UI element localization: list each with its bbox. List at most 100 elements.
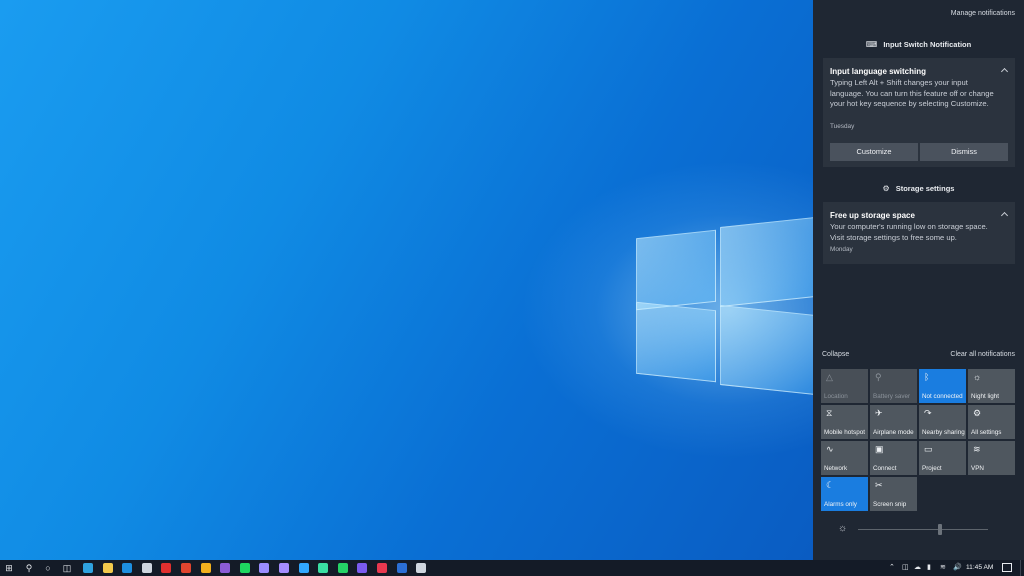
word-app-icon[interactable]	[396, 563, 407, 573]
wifi-icon[interactable]: ≋	[940, 563, 946, 573]
toast-title: Input language switching	[830, 67, 926, 76]
notification-toast[interactable]: Input language switching Typing Left Alt…	[823, 58, 1015, 167]
brightness-track[interactable]	[858, 529, 988, 530]
notification-toast[interactable]: Free up storage space Your computer's ru…	[823, 202, 1015, 264]
quick-action-location[interactable]: △ Location	[821, 369, 868, 403]
battery-icon[interactable]: ▮	[927, 563, 931, 573]
windows-logo-wallpaper	[636, 210, 813, 396]
show-desktop-button[interactable]	[1020, 560, 1021, 576]
quick-action-label: VPN	[971, 465, 984, 472]
notification-group-header[interactable]: ⌨ Input Switch Notification	[813, 40, 1024, 49]
group-title: Storage settings	[895, 184, 955, 193]
clear-all-notifications-link[interactable]: Clear all notifications	[950, 351, 1015, 358]
chrome-app-icon[interactable]	[181, 563, 191, 573]
settings-icon: ⚙	[973, 408, 982, 418]
quick-action-nearby-sharing[interactable]: ↷ Nearby sharing	[919, 405, 966, 439]
quick-action-label: Connect	[873, 465, 897, 472]
action-center-panel: Manage notifications ⌨ Input Switch Notif…	[813, 0, 1024, 560]
quick-action-label: Battery saver	[873, 393, 911, 400]
gear-icon: ⚙	[882, 184, 890, 193]
quick-action-mobile-hotspot[interactable]: ⧖ Mobile hotspot	[821, 405, 868, 439]
search-icon[interactable]: ⚲	[24, 563, 34, 573]
location-icon: △	[826, 372, 833, 382]
toast-body: Typing Left Alt + Shift changes your inp…	[830, 78, 994, 109]
opera-app-icon[interactable]	[161, 563, 172, 573]
action-center-button-icon[interactable]	[1002, 563, 1012, 572]
brightness-icon: ☼	[838, 523, 848, 534]
project-icon: ▭	[924, 444, 933, 454]
quick-action-project[interactable]: ▭ Project	[919, 441, 966, 475]
yellow-app-icon[interactable]	[200, 563, 211, 573]
quick-action-network[interactable]: ∿ Network	[821, 441, 868, 475]
airplane-icon: ✈	[875, 408, 883, 418]
purple-app-icon[interactable]	[357, 563, 368, 573]
vpn-icon: ≋	[973, 444, 981, 454]
red-app-icon[interactable]	[377, 563, 387, 573]
taskbar: ⊞ ⚲ ○ ◫ ⌃ ◫ ☁ ▮ ≋ 🔊 11:45 AM	[0, 560, 1024, 576]
quick-action-bluetooth[interactable]: ᛒ Not connected	[919, 369, 966, 403]
quick-action-connect[interactable]: ▣ Connect	[870, 441, 917, 475]
quick-action-label: All settings	[971, 429, 1002, 436]
quick-action-label: Mobile hotspot	[824, 429, 865, 436]
quick-action-label: Night light	[971, 393, 1000, 400]
photoshop-app-icon[interactable]	[298, 563, 309, 573]
toast-title: Free up storage space	[830, 211, 915, 220]
quick-action-airplane-mode[interactable]: ✈ Airplane mode	[870, 405, 917, 439]
group-title: Input Switch Notification	[883, 40, 972, 49]
spotify-app-icon[interactable]	[239, 563, 250, 573]
quick-action-label: Screen snip	[873, 501, 907, 508]
toast-time: Tuesday	[830, 123, 855, 130]
visual-studio-app-icon[interactable]	[220, 563, 231, 573]
desktop-wallpaper[interactable]	[0, 0, 813, 560]
connect-icon: ▣	[875, 444, 884, 454]
snip-app-icon[interactable]	[416, 563, 427, 573]
start-windows-icon[interactable]: ⊞	[4, 563, 14, 573]
bluetooth-icon: ᛒ	[924, 372, 930, 382]
toast-time: Monday	[830, 246, 853, 253]
moon-icon: ☾	[826, 480, 835, 490]
manage-notifications-link[interactable]: Manage notifications	[951, 10, 1015, 17]
keyboard-icon: ⌨	[865, 40, 878, 49]
quick-action-label: Location	[824, 393, 848, 400]
battery-saver-icon: ⚲	[875, 372, 882, 382]
steam-app-icon[interactable]	[141, 563, 152, 573]
quick-action-screen-snip[interactable]: ✂ Screen snip	[870, 477, 917, 511]
toast-body: Your computer's running low on storage s…	[830, 222, 988, 242]
mail-app-icon[interactable]	[122, 563, 133, 573]
task-view-icon[interactable]: ◫	[62, 563, 72, 573]
hotspot-icon: ⧖	[826, 408, 833, 418]
quick-action-battery-saver[interactable]: ⚲ Battery saver	[870, 369, 917, 403]
collapse-link[interactable]: Collapse	[822, 351, 849, 358]
night-light-icon: ☼	[973, 372, 982, 382]
chevron-up-icon[interactable]	[1000, 211, 1009, 220]
whatsapp-app-icon[interactable]	[337, 563, 348, 573]
file-explorer-app-icon[interactable]	[102, 563, 113, 573]
cloud-icon[interactable]: ☁	[914, 563, 921, 573]
cortana-icon[interactable]: ○	[43, 563, 53, 573]
quick-action-label: Nearby sharing	[922, 429, 965, 436]
volume-icon[interactable]: 🔊	[953, 563, 962, 573]
quick-action-focus-assist[interactable]: ☾ Alarms only	[821, 477, 868, 511]
dismiss-button[interactable]: Dismiss	[920, 143, 1008, 161]
chevron-up-icon[interactable]	[1000, 67, 1009, 76]
quick-action-vpn[interactable]: ≋ VPN	[968, 441, 1015, 475]
quick-action-label: Not connected	[922, 393, 963, 400]
premiere-app-icon[interactable]	[259, 563, 270, 573]
notification-group-header[interactable]: ⚙ Storage settings	[813, 184, 1024, 193]
quick-action-label: Airplane mode	[873, 429, 914, 436]
chevron-up-icon[interactable]: ⌃	[889, 563, 895, 573]
quick-action-night-light[interactable]: ☼ Night light	[968, 369, 1015, 403]
brightness-thumb[interactable]	[937, 524, 942, 535]
edge-app-icon[interactable]	[83, 563, 93, 573]
quick-action-label: Network	[824, 465, 848, 472]
customize-button[interactable]: Customize	[830, 143, 918, 161]
audition-app-icon[interactable]	[318, 563, 329, 573]
after-effects-app-icon[interactable]	[279, 563, 289, 573]
quick-action-all-settings[interactable]: ⚙ All settings	[968, 405, 1015, 439]
quick-action-label: Alarms only	[824, 501, 857, 508]
taskbar-clock[interactable]: 11:45 AM	[966, 564, 993, 571]
nearby-sharing-icon: ↷	[924, 408, 932, 418]
quick-action-label: Project	[922, 465, 942, 472]
usb-icon[interactable]: ◫	[902, 563, 909, 573]
brightness-slider[interactable]: ☼	[838, 523, 1014, 535]
